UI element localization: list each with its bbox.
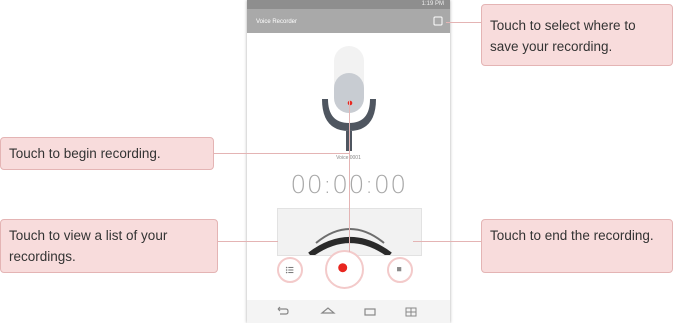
storage-select-icon[interactable] bbox=[432, 15, 444, 27]
recordings-list-button[interactable] bbox=[277, 257, 303, 283]
list-icon bbox=[285, 266, 294, 274]
stop-icon bbox=[397, 267, 402, 272]
leader-line-begin-vertical bbox=[349, 100, 350, 252]
leader-line-begin bbox=[214, 153, 350, 154]
callout-end-recording: Touch to end the recording. bbox=[481, 219, 673, 273]
callout-recordings-list: Touch to view a list of your recordings. bbox=[0, 219, 218, 273]
app-title: Voice Recorder bbox=[256, 19, 298, 25]
status-time: 1:19 PM bbox=[421, 1, 444, 7]
back-icon[interactable] bbox=[274, 305, 290, 318]
nav-bar bbox=[247, 300, 450, 323]
home-icon[interactable] bbox=[320, 305, 336, 318]
record-icon bbox=[338, 263, 348, 273]
dual-window-icon[interactable] bbox=[403, 305, 419, 318]
leader-line-end bbox=[413, 241, 481, 242]
recent-apps-icon[interactable] bbox=[362, 305, 378, 318]
leader-line-list bbox=[218, 241, 278, 242]
leader-line-select bbox=[446, 22, 481, 23]
callout-select-location: Touch to select where to save your recor… bbox=[481, 4, 673, 66]
record-button[interactable] bbox=[325, 250, 364, 289]
callout-begin-recording: Touch to begin recording. bbox=[0, 137, 214, 170]
app-bar: Voice Recorder bbox=[247, 9, 450, 33]
status-bar: 1:19 PM bbox=[247, 0, 450, 9]
stop-button[interactable] bbox=[387, 257, 413, 283]
